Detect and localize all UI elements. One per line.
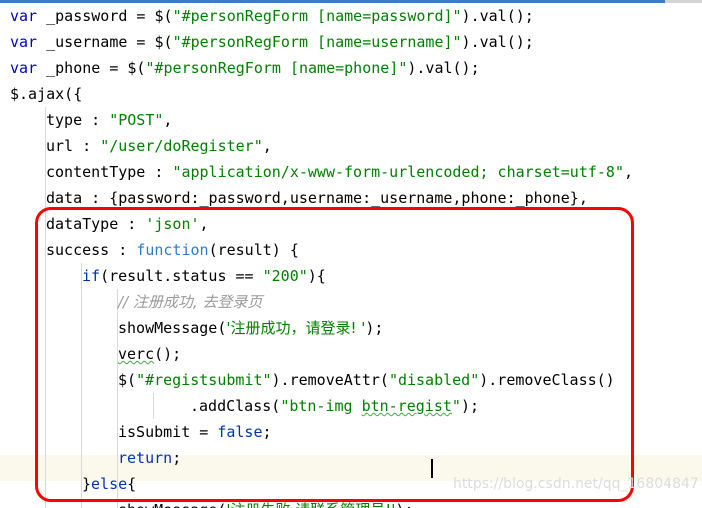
code-line[interactable]: url : "/user/doRegister", bbox=[0, 133, 272, 159]
code-line[interactable]: verc(); bbox=[0, 341, 181, 367]
code-line[interactable]: if(result.status == "200"){ bbox=[0, 263, 326, 289]
code-token: (result) { bbox=[208, 241, 299, 259]
code-token: " bbox=[451, 397, 461, 415]
code-line[interactable]: contentType : "application/x-www-form-ur… bbox=[0, 159, 633, 185]
code-token: var bbox=[10, 33, 38, 51]
code-token: ).val(); bbox=[461, 7, 534, 25]
code-token: , bbox=[199, 215, 209, 233]
code-token: type : bbox=[46, 111, 110, 129]
code-token: contentType : bbox=[46, 163, 173, 181]
code-token: "application/x-www-form-urlencoded; char… bbox=[172, 163, 624, 181]
code-token: , bbox=[623, 163, 634, 181]
code-token: (); bbox=[154, 345, 182, 363]
code-token: (result.status == bbox=[100, 267, 263, 285]
code-token: ).val(); bbox=[461, 33, 534, 51]
code-token: ){ bbox=[307, 267, 326, 285]
code-token: { bbox=[127, 475, 137, 493]
code-token: "btn-img bbox=[280, 397, 362, 415]
code-token: ); bbox=[395, 501, 413, 508]
code-token: isSubmit = bbox=[118, 423, 218, 441]
code-token: var bbox=[10, 59, 38, 77]
code-line[interactable]: .addClass("btn-img btn-regist"); bbox=[0, 393, 479, 419]
code-token: "#personRegForm [name=password]" bbox=[172, 7, 462, 25]
code-token: '注册成功，请登录! ' bbox=[226, 319, 366, 337]
code-token: if bbox=[82, 267, 101, 285]
code-token: function bbox=[136, 241, 209, 259]
code-line[interactable]: $("#registsubmit").removeAttr("disabled"… bbox=[0, 367, 615, 393]
code-line[interactable]: $.ajax({ bbox=[0, 81, 82, 107]
code-token: _username = $( bbox=[37, 33, 173, 51]
code-token: dataType : bbox=[46, 215, 146, 233]
code-token: showMessage( bbox=[118, 319, 227, 337]
code-token: $( bbox=[118, 371, 137, 389]
code-token: ).removeAttr( bbox=[271, 371, 389, 389]
code-token: , bbox=[262, 137, 272, 155]
code-token: verc bbox=[118, 345, 155, 363]
code-line[interactable]: data : {password:_password,username:_use… bbox=[0, 185, 588, 211]
code-line[interactable]: }else{ bbox=[0, 471, 136, 497]
code-line[interactable]: showMessage('注册成功，请登录! '); bbox=[0, 315, 383, 341]
code-token: _phone = $( bbox=[37, 59, 146, 77]
code-token: $.ajax({ bbox=[10, 85, 83, 103]
code-token: data : {password:_password,username:_use… bbox=[46, 189, 588, 207]
code-line[interactable]: showMessage('注册失败,请联系管理员!'); bbox=[0, 497, 413, 508]
code-line[interactable]: isSubmit = false; bbox=[0, 419, 272, 445]
code-token: "200" bbox=[262, 267, 308, 285]
code-token: 'json' bbox=[145, 215, 200, 233]
code-line[interactable]: var _phone = $("#personRegForm [name=pho… bbox=[0, 55, 480, 81]
code-line[interactable]: var _password = $("#personRegForm [name=… bbox=[0, 3, 534, 29]
code-token: ); bbox=[365, 319, 384, 337]
screenshot-root: var _password = $("#personRegForm [name=… bbox=[0, 0, 702, 508]
code-token: "disabled" bbox=[388, 371, 480, 389]
code-token: btn-regist bbox=[361, 397, 452, 415]
code-token: , bbox=[163, 111, 173, 129]
code-token: showMessage( bbox=[118, 501, 226, 508]
code-line[interactable]: success : function(result) { bbox=[0, 237, 299, 263]
code-token: } bbox=[82, 475, 92, 493]
code-line[interactable]: // 注册成功, 去登录页 bbox=[0, 289, 262, 315]
code-token: else bbox=[91, 475, 128, 493]
code-token: success : bbox=[46, 241, 137, 259]
code-token: var bbox=[10, 7, 38, 25]
code-token: false bbox=[217, 423, 263, 441]
code-token: ; bbox=[172, 449, 182, 467]
code-token: _password = $( bbox=[37, 7, 173, 25]
code-token: url : bbox=[46, 137, 101, 155]
code-token: '注册失败,请联系管理员!' bbox=[226, 501, 395, 508]
code-token: .addClass( bbox=[190, 397, 281, 415]
code-token: ; bbox=[262, 423, 272, 441]
code-token: "#personRegForm [name=phone]" bbox=[145, 59, 408, 77]
code-token: // 注册成功, 去登录页 bbox=[118, 293, 263, 311]
code-line[interactable]: var _username = $("#personRegForm [name=… bbox=[0, 29, 534, 55]
watermark-text: https://blog.csdn.net/qq_16804847 bbox=[453, 476, 699, 492]
text-caret bbox=[431, 459, 433, 478]
code-line[interactable]: return; bbox=[0, 445, 181, 471]
code-editor-surface[interactable]: var _password = $("#personRegForm [name=… bbox=[0, 0, 702, 508]
code-token: "/user/doRegister" bbox=[100, 137, 263, 155]
code-token: "#personRegForm [name=username]" bbox=[172, 33, 462, 51]
window-top-border-active bbox=[0, 0, 665, 3]
code-token: "POST" bbox=[109, 111, 164, 129]
code-token: ).removeClass() bbox=[479, 371, 615, 389]
code-token: "#registsubmit" bbox=[136, 371, 272, 389]
code-token: ).val(); bbox=[407, 59, 480, 77]
code-token: ); bbox=[460, 397, 479, 415]
code-line[interactable]: dataType : 'json', bbox=[0, 211, 209, 237]
code-token: return bbox=[118, 449, 173, 467]
code-line[interactable]: type : "POST", bbox=[0, 107, 172, 133]
